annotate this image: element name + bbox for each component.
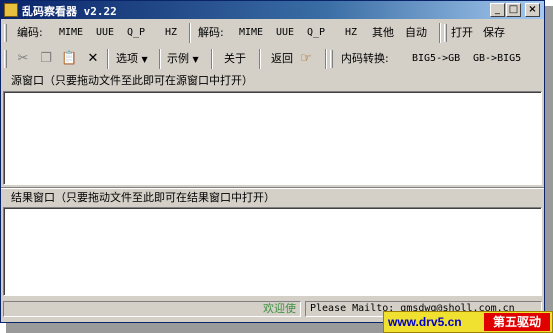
about-button[interactable]: 关于 [224,51,246,67]
decode-uue-button[interactable]: UUE [276,25,294,41]
encode-hz-button[interactable]: HZ [165,25,177,41]
watermark-banner: www.drv5.cn 第五驱动 [383,311,553,333]
close-button[interactable]: × [525,3,540,17]
decode-other-button[interactable]: 其他 [372,25,394,41]
big5-to-gb-button[interactable]: BIG5->GB [412,51,460,67]
paste-icon[interactable]: 📋 [61,51,77,67]
decode-qp-button[interactable]: Q_P [307,25,325,41]
status-welcome: 欢迎使 [3,301,301,317]
convert-label: 内码转换: [341,52,389,65]
save-button[interactable]: 保存 [483,25,505,41]
pointing-hand-icon[interactable]: ☞ [298,51,314,67]
toolbar-separator [159,49,161,69]
toolbar-separator [189,23,191,43]
toolbar-separator [211,49,213,69]
options-label: 选项 [116,52,138,65]
back-button[interactable]: 返回 [271,51,293,67]
examples-menu[interactable]: 示例 ▼ [167,51,199,67]
source-textarea[interactable] [3,91,542,185]
window-title: 乱码察看器 v2.22 [22,5,117,18]
panel-splitter[interactable] [1,187,544,189]
toolbar-separator [107,49,109,69]
encode-qp-button[interactable]: Q_P [127,25,145,41]
chevron-down-icon: ▼ [141,55,148,64]
watermark-url: www.drv5.cn [388,315,462,329]
minimize-button[interactable]: _ [490,3,505,17]
tools-toolbar: ✂ ❐ 📋 ✕ 选项 ▼ 示例 ▼ 关于 返回 ☞ 内码转换: BIG5->GB… [1,47,544,71]
toolbar-grip[interactable] [4,50,7,68]
status-welcome-text: 欢迎使 [263,302,296,315]
title-bar[interactable]: 乱码察看器 v2.22 _ □ × [1,1,544,19]
codec-toolbar: 编码: MIME UUE Q_P HZ 解码: MIME UUE Q_P HZ … [1,21,544,45]
chevron-down-icon: ▼ [192,55,199,64]
copy-icon[interactable]: ❐ [38,51,54,67]
app-window: 乱码察看器 v2.22 _ □ × 编码: MIME UUE Q_P HZ 解码… [0,0,545,323]
decode-label: 解码: [198,26,224,39]
app-icon [4,3,18,17]
toolbar-separator [259,49,261,69]
result-textarea[interactable] [3,207,542,296]
maximize-button[interactable]: □ [506,3,521,17]
options-menu[interactable]: 选项 ▼ [116,51,148,67]
delete-x-icon[interactable]: ✕ [85,51,101,67]
toolbar-grip[interactable] [444,24,447,42]
encode-label: 编码: [17,26,43,39]
decode-auto-button[interactable]: 自动 [405,25,427,41]
scissors-icon[interactable]: ✂ [15,51,31,67]
decode-hz-button[interactable]: HZ [345,25,357,41]
watermark-brand: 第五驱动 [484,313,550,331]
examples-label: 示例 [167,52,189,65]
result-panel-label: 结果窗口（只要拖动文件至此即可在结果窗口中打开） [11,191,275,204]
gb-to-big5-button[interactable]: GB->BIG5 [473,51,521,67]
encode-mime-button[interactable]: MIME [59,25,83,41]
toolbar-grip[interactable] [4,24,7,42]
decode-mime-button[interactable]: MIME [239,25,263,41]
toolbar-grip[interactable] [330,50,333,68]
open-button[interactable]: 打开 [451,25,473,41]
toolbar-separator [439,23,441,43]
encode-uue-button[interactable]: UUE [96,25,114,41]
window-shadow-right [545,6,553,323]
source-panel-label: 源窗口（只要拖动文件至此即可在源窗口中打开） [11,74,253,87]
toolbar-separator [325,49,327,69]
